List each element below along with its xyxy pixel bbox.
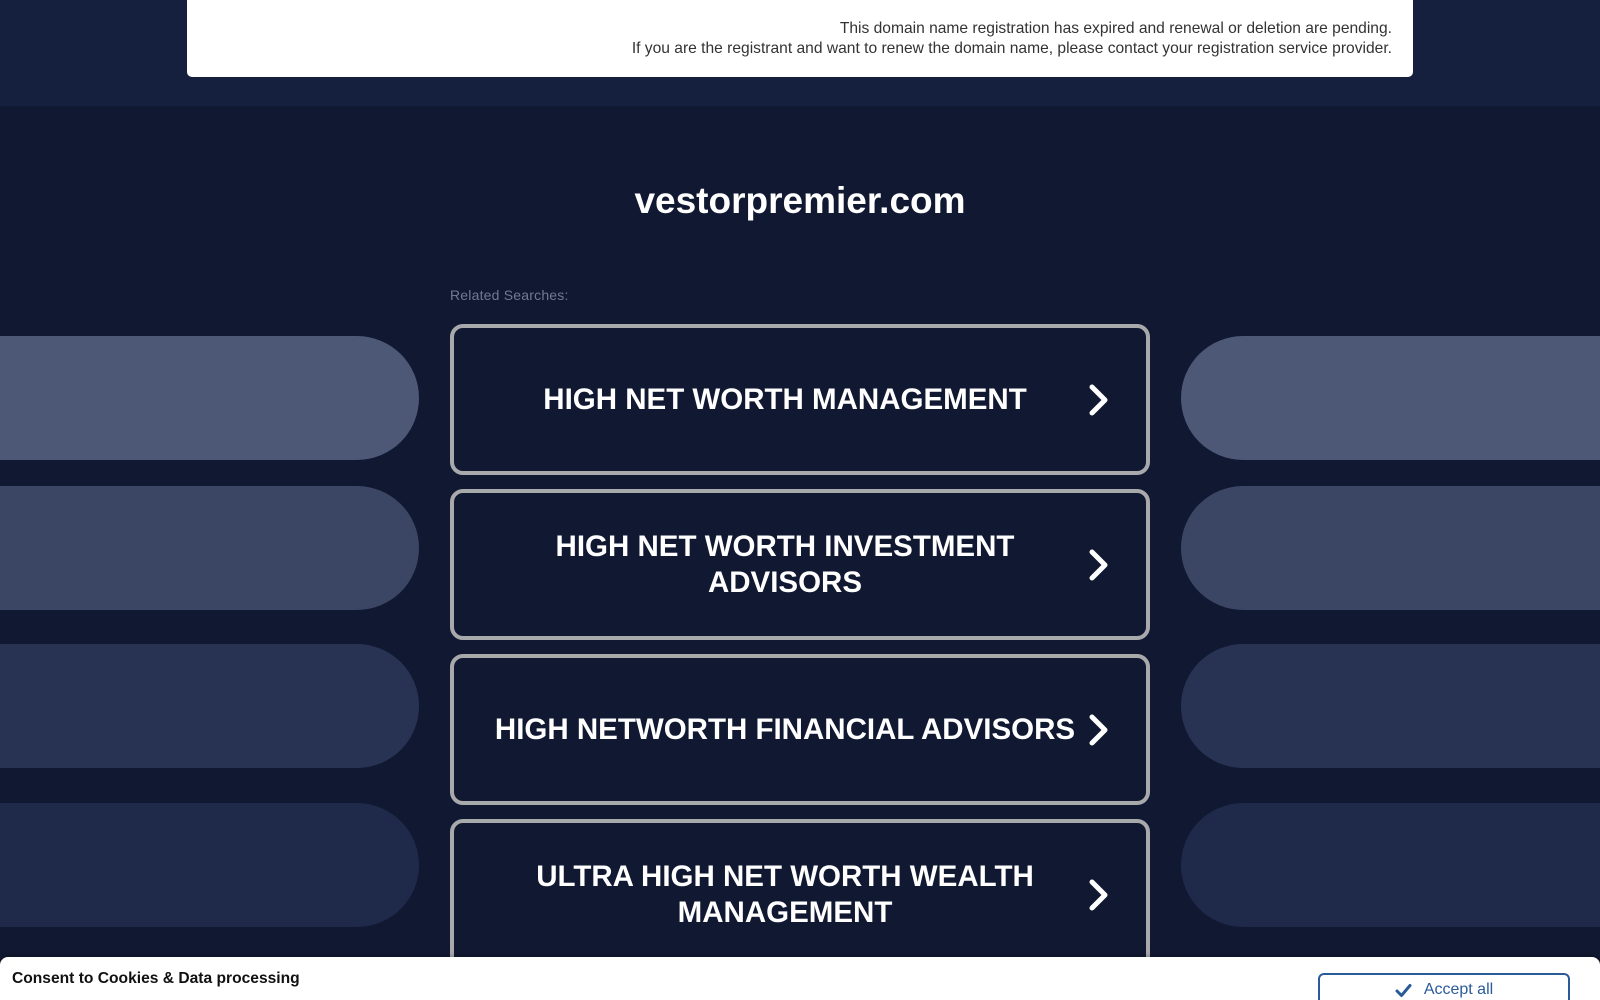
decorative-pill-right-4	[1181, 803, 1600, 927]
decorative-pill-left-3	[0, 644, 419, 768]
expiry-notice-box: This domain name registration has expire…	[187, 0, 1413, 77]
decorative-pill-left-2	[0, 486, 419, 610]
related-search-link-text: HIGH NETWORTH FINANCIAL ADVISORS	[494, 712, 1076, 746]
decorative-pill-right-1	[1181, 336, 1600, 460]
decorative-pill-right-3	[1181, 644, 1600, 768]
chevron-right-icon	[1089, 384, 1108, 415]
related-search-link-text: HIGH NET WORTH INVESTMENT ADVISORS	[555, 529, 1015, 599]
check-icon	[1395, 984, 1412, 997]
decorative-pill-left-4	[0, 803, 419, 927]
related-searches-label: Related Searches:	[450, 287, 569, 303]
parked-domain-page: This domain name registration has expire…	[0, 0, 1600, 1000]
related-search-link[interactable]: HIGH NETWORTH FINANCIAL ADVISORS	[450, 654, 1150, 805]
chevron-right-icon	[1089, 714, 1108, 745]
cookie-consent-bar: Consent to Cookies & Data processing Acc…	[0, 957, 1600, 1000]
accept-all-button[interactable]: Accept all	[1318, 973, 1570, 1000]
expiry-notice-line-1: This domain name registration has expire…	[839, 20, 1392, 37]
chevron-right-icon	[1089, 549, 1108, 580]
consent-title: Consent to Cookies & Data processing	[12, 970, 300, 987]
decorative-pill-left-1	[0, 336, 419, 460]
related-search-link-text: HIGH NET WORTH MANAGEMENT	[543, 382, 1027, 416]
related-search-link[interactable]: HIGH NET WORTH INVESTMENT ADVISORS	[450, 489, 1150, 640]
domain-title: vestorpremier.com	[634, 180, 966, 221]
accept-all-label: Accept all	[1423, 981, 1494, 998]
related-search-link-text: ULTRA HIGH NET WORTH WEALTH MANAGEMENT	[536, 859, 1034, 929]
expiry-notice-band: This domain name registration has expire…	[0, 0, 1600, 106]
chevron-right-icon	[1089, 879, 1108, 910]
expiry-notice-line-2: If you are the registrant and want to re…	[631, 39, 1392, 57]
related-search-link[interactable]: ULTRA HIGH NET WORTH WEALTH MANAGEMENT	[450, 819, 1150, 970]
decorative-pill-right-2	[1181, 486, 1600, 610]
related-search-link[interactable]: HIGH NET WORTH MANAGEMENT	[450, 324, 1150, 475]
